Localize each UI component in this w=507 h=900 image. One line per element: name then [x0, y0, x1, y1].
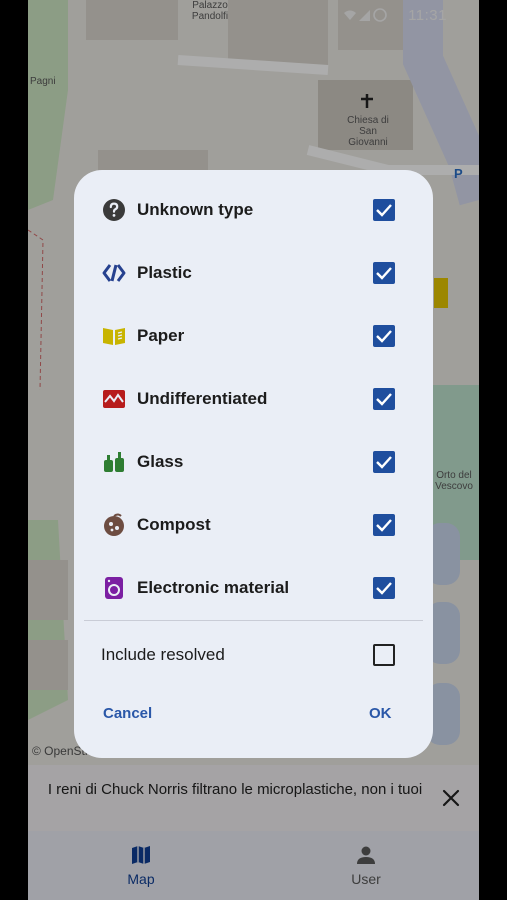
check-icon	[376, 393, 392, 406]
filter-row-glass[interactable]: Glass	[74, 437, 433, 487]
checkbox-unknown[interactable]	[373, 199, 395, 221]
filter-label-paper: Paper	[137, 326, 185, 345]
glass-icon	[104, 452, 124, 472]
filter-row-compost[interactable]: Compost	[74, 500, 433, 550]
check-icon	[376, 267, 392, 280]
filter-row-electronic[interactable]: Electronic material	[74, 563, 433, 613]
electronic-icon	[105, 577, 123, 599]
question-icon	[103, 199, 125, 221]
checkbox-include-resolved[interactable]	[373, 644, 395, 666]
filter-row-plastic[interactable]: Plastic	[74, 248, 433, 298]
checkbox-undifferentiated[interactable]	[373, 388, 395, 410]
cancel-button[interactable]: Cancel	[103, 705, 152, 722]
check-icon	[376, 582, 392, 595]
check-icon	[376, 519, 392, 532]
include-resolved-label: Include resolved	[101, 645, 225, 664]
checkbox-plastic[interactable]	[373, 262, 395, 284]
filter-label-glass: Glass	[137, 452, 184, 471]
plastic-icon	[102, 264, 126, 282]
checkbox-paper[interactable]	[373, 325, 395, 347]
checkbox-compost[interactable]	[373, 514, 395, 536]
filter-label-plastic: Plastic	[137, 263, 192, 282]
filter-label-unknown: Unknown type	[137, 200, 254, 219]
check-icon	[376, 456, 392, 469]
phone-screen: P Palazzo Pandolfi Chiesa di San Giovann…	[28, 0, 479, 900]
include-resolved-row[interactable]: Include resolved	[74, 630, 433, 680]
check-icon	[376, 330, 392, 343]
filter-label-compost: Compost	[137, 515, 211, 534]
filter-label-undifferentiated: Undifferentiated	[137, 389, 268, 408]
filter-row-undifferentiated[interactable]: Undifferentiated	[74, 374, 433, 424]
filter-dialog: Unknown type Plastic Paper Undifferentia…	[74, 170, 433, 758]
paper-icon	[103, 328, 125, 345]
dialog-divider	[84, 620, 423, 621]
filter-row-unknown[interactable]: Unknown type	[74, 185, 433, 235]
checkbox-glass[interactable]	[373, 451, 395, 473]
checkbox-electronic[interactable]	[373, 577, 395, 599]
ok-button[interactable]: OK	[369, 705, 392, 722]
compost-icon	[104, 513, 124, 536]
check-icon	[376, 204, 392, 217]
filter-row-paper[interactable]: Paper	[74, 311, 433, 361]
undifferentiated-icon	[103, 390, 125, 408]
filter-label-electronic: Electronic material	[137, 578, 290, 597]
